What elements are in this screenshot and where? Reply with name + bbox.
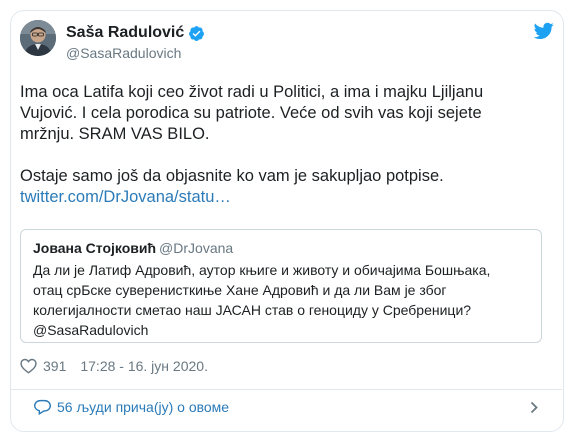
chevron-right-icon[interactable] xyxy=(530,401,538,414)
tweet-text: Ima oca Latifa koji ceo život radi u Pol… xyxy=(20,82,540,208)
tweet-paragraph-1: Ima oca Latifa koji ceo život radi u Pol… xyxy=(20,83,484,143)
tweet-paragraph-2-text: Ostaje samo još da objasnite ko vam je s… xyxy=(20,167,444,185)
conversation-footer[interactable]: 56 људи прича(ју) о овоме xyxy=(10,390,562,424)
author-handle[interactable]: @SasaRadulovich xyxy=(66,45,205,61)
avatar-image xyxy=(20,20,56,56)
speech-bubble-icon xyxy=(34,399,51,415)
heart-icon[interactable] xyxy=(20,358,37,374)
author-name-row: Saša Radulović xyxy=(66,23,205,43)
quoted-author-name: Јована Стојковић xyxy=(33,240,157,256)
author-name[interactable]: Saša Radulović xyxy=(66,24,184,42)
verified-badge-icon xyxy=(189,25,205,41)
tweet-link[interactable]: twitter.com/DrJovana/statu… xyxy=(20,188,231,206)
quoted-header: Јована Стојковић @DrJovana xyxy=(33,239,529,257)
tweet-header: Saša Radulović @SasaRadulovich xyxy=(20,20,554,68)
tweet-paragraph-2: Ostaje samo još da objasnite ko vam je s… xyxy=(20,166,540,208)
like-count[interactable]: 391 xyxy=(43,358,66,374)
author-avatar[interactable] xyxy=(20,20,56,56)
quoted-text: Да ли је Латиф Адровић, аутор књиге и жи… xyxy=(33,262,491,338)
tweet-meta: 391 17:28 - 16. јун 2020. xyxy=(20,355,208,377)
people-talking-link[interactable]: 56 људи прича(ју) о овоме xyxy=(57,399,229,415)
author-block: Saša Radulović @SasaRadulovich xyxy=(66,23,205,61)
tweet-timestamp[interactable]: 17:28 - 16. јун 2020. xyxy=(80,358,208,374)
quoted-tweet[interactable]: Јована Стојковић @DrJovana Да ли је Латиф… xyxy=(20,229,542,343)
quoted-author-handle: @DrJovana xyxy=(159,240,234,256)
twitter-bird-icon[interactable] xyxy=(534,22,554,40)
